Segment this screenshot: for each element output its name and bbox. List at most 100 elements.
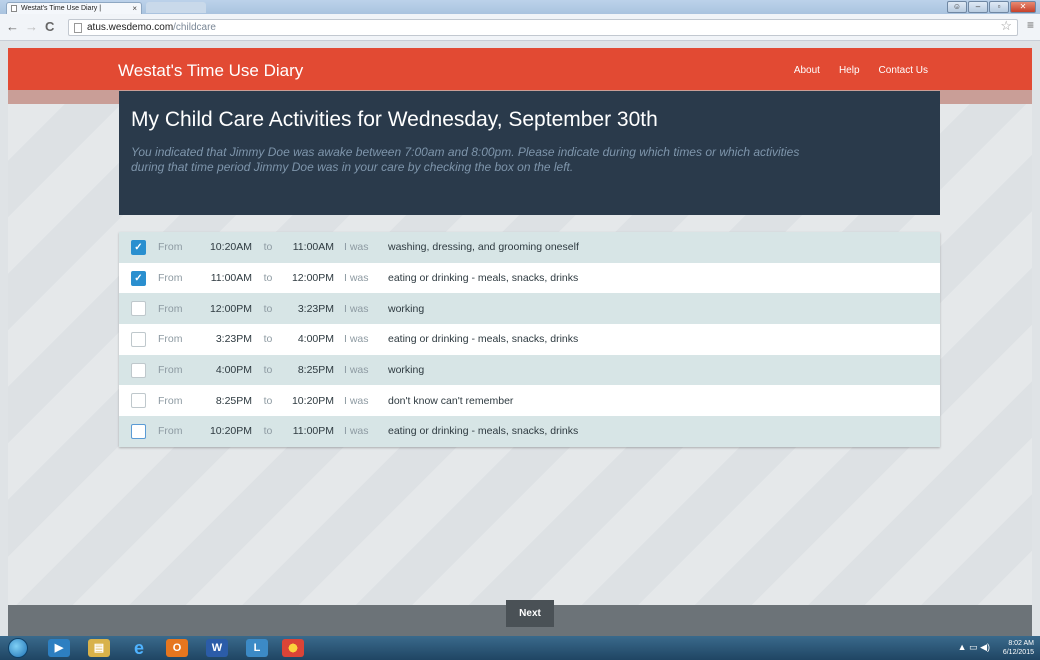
back-arrow-icon[interactable]: ← bbox=[6, 19, 19, 34]
activity-row[interactable]: From 8:25PM to 10:20PM I was don't know can't… bbox=[119, 385, 940, 417]
clock-time: 8:02 AM bbox=[1008, 640, 1034, 647]
start-time: 3:23PM bbox=[215, 333, 252, 346]
activity-name: washing, dressing, and grooming oneself bbox=[388, 241, 579, 254]
os-taskbar: ▶ ▤ e O W L ▲ ▭ ◀) 8:02 AM 6/12/2015 bbox=[0, 636, 1040, 660]
close-window-icon[interactable]: ✕ bbox=[1010, 1, 1036, 13]
activity-name: eating or drinking - meals, snacks, drin… bbox=[388, 272, 579, 285]
label-to: to bbox=[263, 425, 273, 438]
label-to: to bbox=[263, 333, 273, 346]
page-icon bbox=[11, 5, 17, 12]
activity-checkbox[interactable] bbox=[131, 393, 146, 409]
system-clock[interactable]: 8:02 AM 6/12/2015 bbox=[1003, 639, 1034, 657]
internet-explorer-icon[interactable]: e bbox=[128, 639, 150, 657]
start-time: 4:00PM bbox=[215, 364, 252, 377]
start-time: 10:20AM bbox=[209, 241, 252, 254]
start-time: 11:00AM bbox=[210, 272, 252, 285]
end-time: 10:20PM bbox=[291, 394, 334, 407]
forward-arrow-icon[interactable]: → bbox=[25, 19, 38, 34]
browser-tab-title: Westat's Time Use Diary | bbox=[21, 5, 102, 12]
address-bar[interactable]: atus.wesdemo.com/childcare bbox=[68, 19, 1018, 36]
app-title[interactable]: Westat's Time Use Diary bbox=[118, 61, 303, 81]
user-icon[interactable]: ☺ bbox=[947, 1, 967, 13]
activity-name: eating or drinking - meals, snacks, drin… bbox=[388, 425, 579, 438]
start-button-icon[interactable] bbox=[8, 638, 28, 658]
activity-checkbox[interactable]: ✓ bbox=[131, 239, 146, 255]
label-i-was: I was bbox=[344, 333, 369, 346]
activity-checkbox[interactable] bbox=[131, 331, 146, 347]
tray-icons[interactable]: ▲ ▭ ◀) bbox=[958, 642, 990, 653]
label-i-was: I was bbox=[344, 241, 369, 254]
nav-help-link[interactable]: Help bbox=[839, 65, 860, 76]
activity-row[interactable]: From 10:20PM to 11:00PM I was eating or drink… bbox=[119, 416, 940, 447]
end-time: 3:23PM bbox=[297, 302, 334, 315]
end-time: 12:00PM bbox=[291, 272, 334, 285]
window-controls: ☺ – ▫ ✕ bbox=[947, 1, 1036, 13]
end-time: 8:25PM bbox=[297, 364, 334, 377]
activity-checkbox[interactable] bbox=[131, 362, 146, 378]
app-header: Westat's Time Use Diary About Help Conta… bbox=[8, 48, 1032, 90]
start-time: 10:20PM bbox=[209, 425, 252, 438]
label-to: to bbox=[263, 272, 273, 285]
end-time: 4:00PM bbox=[297, 333, 334, 346]
nav-contact-link[interactable]: Contact Us bbox=[879, 65, 928, 76]
label-i-was: I was bbox=[344, 364, 369, 377]
label-i-was: I was bbox=[344, 425, 369, 438]
activity-row[interactable]: From 4:00PM to 8:25PM I was working bbox=[119, 354, 940, 386]
browser-tab-strip: Westat's Time Use Diary | × ☺ – ▫ ✕ bbox=[0, 0, 1040, 14]
label-from: From bbox=[158, 272, 183, 285]
label-from: From bbox=[158, 333, 183, 346]
page-title: My Child Care Activities for Wednesday, … bbox=[131, 108, 658, 131]
label-from: From bbox=[158, 364, 183, 377]
activity-list: ✓ From 10:20AM to 11:00AM I was washing, dress… bbox=[119, 232, 940, 447]
activity-row[interactable]: ✓ From 11:00AM to 12:00PM I was eating or drin… bbox=[119, 262, 940, 294]
url-path: /childcare bbox=[173, 22, 216, 33]
file-explorer-icon[interactable]: ▤ bbox=[88, 639, 110, 657]
next-button[interactable]: Next bbox=[506, 600, 554, 627]
label-i-was: I was bbox=[344, 272, 369, 285]
page-info-icon bbox=[74, 23, 82, 33]
activity-checkbox[interactable] bbox=[131, 301, 146, 317]
checkmark-icon: ✓ bbox=[134, 272, 143, 284]
activity-name: eating or drinking - meals, snacks, drin… bbox=[388, 333, 579, 346]
new-tab-button[interactable] bbox=[146, 2, 206, 13]
outlook-icon[interactable]: O bbox=[166, 639, 188, 657]
bookmark-star-icon[interactable]: ☆ bbox=[1000, 18, 1012, 34]
activity-checkbox[interactable]: ✓ bbox=[131, 270, 146, 286]
url-host: atus.wesdemo.com bbox=[87, 22, 174, 33]
start-time: 12:00PM bbox=[209, 302, 252, 315]
minimize-icon[interactable]: – bbox=[968, 1, 988, 13]
activity-checkbox[interactable] bbox=[131, 423, 146, 439]
activity-row[interactable]: ✓ From 10:20AM to 11:00AM I was washing, dress… bbox=[119, 232, 940, 263]
instructions-text: You indicated that Jimmy Doe was awake b… bbox=[131, 145, 800, 174]
nav-about-link[interactable]: About bbox=[794, 65, 820, 76]
media-player-icon[interactable]: ▶ bbox=[48, 639, 70, 657]
reload-icon[interactable]: C bbox=[45, 19, 54, 34]
tab-close-icon[interactable]: × bbox=[132, 3, 137, 14]
activity-name: working bbox=[388, 364, 425, 377]
label-to: to bbox=[263, 241, 273, 254]
instructions-panel: My Child Care Activities for Wednesday, … bbox=[119, 91, 940, 215]
activity-row[interactable]: From 3:23PM to 4:00PM I was eating or drinkin… bbox=[119, 324, 940, 355]
label-from: From bbox=[158, 425, 183, 438]
label-to: to bbox=[263, 364, 273, 377]
clock-date: 6/12/2015 bbox=[1002, 649, 1034, 656]
lync-icon[interactable]: L bbox=[246, 639, 268, 657]
activity-row[interactable]: From 12:00PM to 3:23PM I was working bbox=[119, 293, 940, 325]
word-icon[interactable]: W bbox=[206, 639, 228, 657]
start-time: 8:25PM bbox=[215, 394, 252, 407]
label-from: From bbox=[158, 302, 183, 315]
label-to: to bbox=[263, 302, 273, 315]
top-nav: About Help Contact Us bbox=[794, 65, 928, 76]
browser-tab[interactable]: Westat's Time Use Diary | × bbox=[6, 2, 142, 14]
label-i-was: I was bbox=[344, 302, 369, 315]
maximize-icon[interactable]: ▫ bbox=[989, 1, 1009, 13]
activity-name: don't know can't remember bbox=[388, 394, 514, 407]
browser-menu-icon[interactable]: ≡ bbox=[1027, 18, 1034, 32]
end-time: 11:00AM bbox=[292, 241, 334, 254]
end-time: 11:00PM bbox=[292, 425, 334, 438]
chrome-icon[interactable] bbox=[282, 639, 304, 657]
browser-toolbar: ← → C atus.wesdemo.com/childcare ☆ ≡ bbox=[0, 14, 1040, 41]
checkmark-icon: ✓ bbox=[134, 241, 143, 253]
label-i-was: I was bbox=[344, 394, 369, 407]
label-from: From bbox=[158, 241, 183, 254]
